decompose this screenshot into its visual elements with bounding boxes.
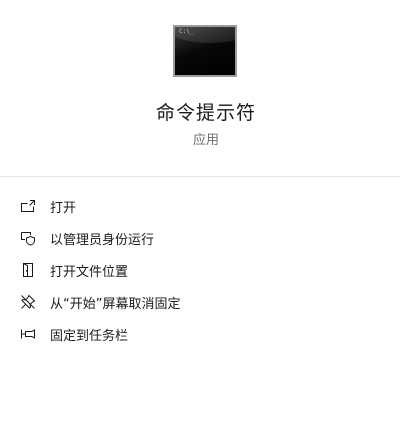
command-prompt-icon: C:\_ xyxy=(173,25,237,77)
app-title: 命令提示符 xyxy=(155,102,256,124)
app-header: C:\_ 命令提示符 应用 xyxy=(0,0,400,176)
command-prompt-icon-screen: C:\_ xyxy=(175,27,235,75)
command-prompt-icon-text: C:\_ xyxy=(179,28,194,35)
menu-item-open[interactable]: 打开 xyxy=(0,190,400,222)
divider xyxy=(0,176,400,177)
file-location-icon xyxy=(20,262,36,278)
menu-item-run-as-admin[interactable]: 以管理员身份运行 xyxy=(0,222,400,254)
context-panel: C:\_ 命令提示符 应用 打开 以管理员身份运行 打开文件位置 从“开始”屏幕… xyxy=(0,0,400,445)
menu-item-pin-to-taskbar[interactable]: 固定到任务栏 xyxy=(0,318,400,350)
app-type-label: 应用 xyxy=(192,133,219,148)
shield-icon xyxy=(20,230,36,246)
open-icon xyxy=(20,198,36,214)
pin-icon xyxy=(20,326,36,342)
menu-item-open-file-location-label: 打开文件位置 xyxy=(50,264,129,280)
action-menu: 打开 以管理员身份运行 打开文件位置 从“开始”屏幕取消固定 固定到任务栏 xyxy=(0,190,400,350)
menu-item-unpin-from-start[interactable]: 从“开始”屏幕取消固定 xyxy=(0,286,400,318)
menu-item-unpin-from-start-label: 从“开始”屏幕取消固定 xyxy=(50,296,181,312)
menu-item-open-label: 打开 xyxy=(50,200,77,216)
menu-item-run-as-admin-label: 以管理员身份运行 xyxy=(50,232,155,248)
unpin-icon xyxy=(20,294,36,310)
menu-item-pin-to-taskbar-label: 固定到任务栏 xyxy=(50,328,129,344)
menu-item-open-file-location[interactable]: 打开文件位置 xyxy=(0,254,400,286)
